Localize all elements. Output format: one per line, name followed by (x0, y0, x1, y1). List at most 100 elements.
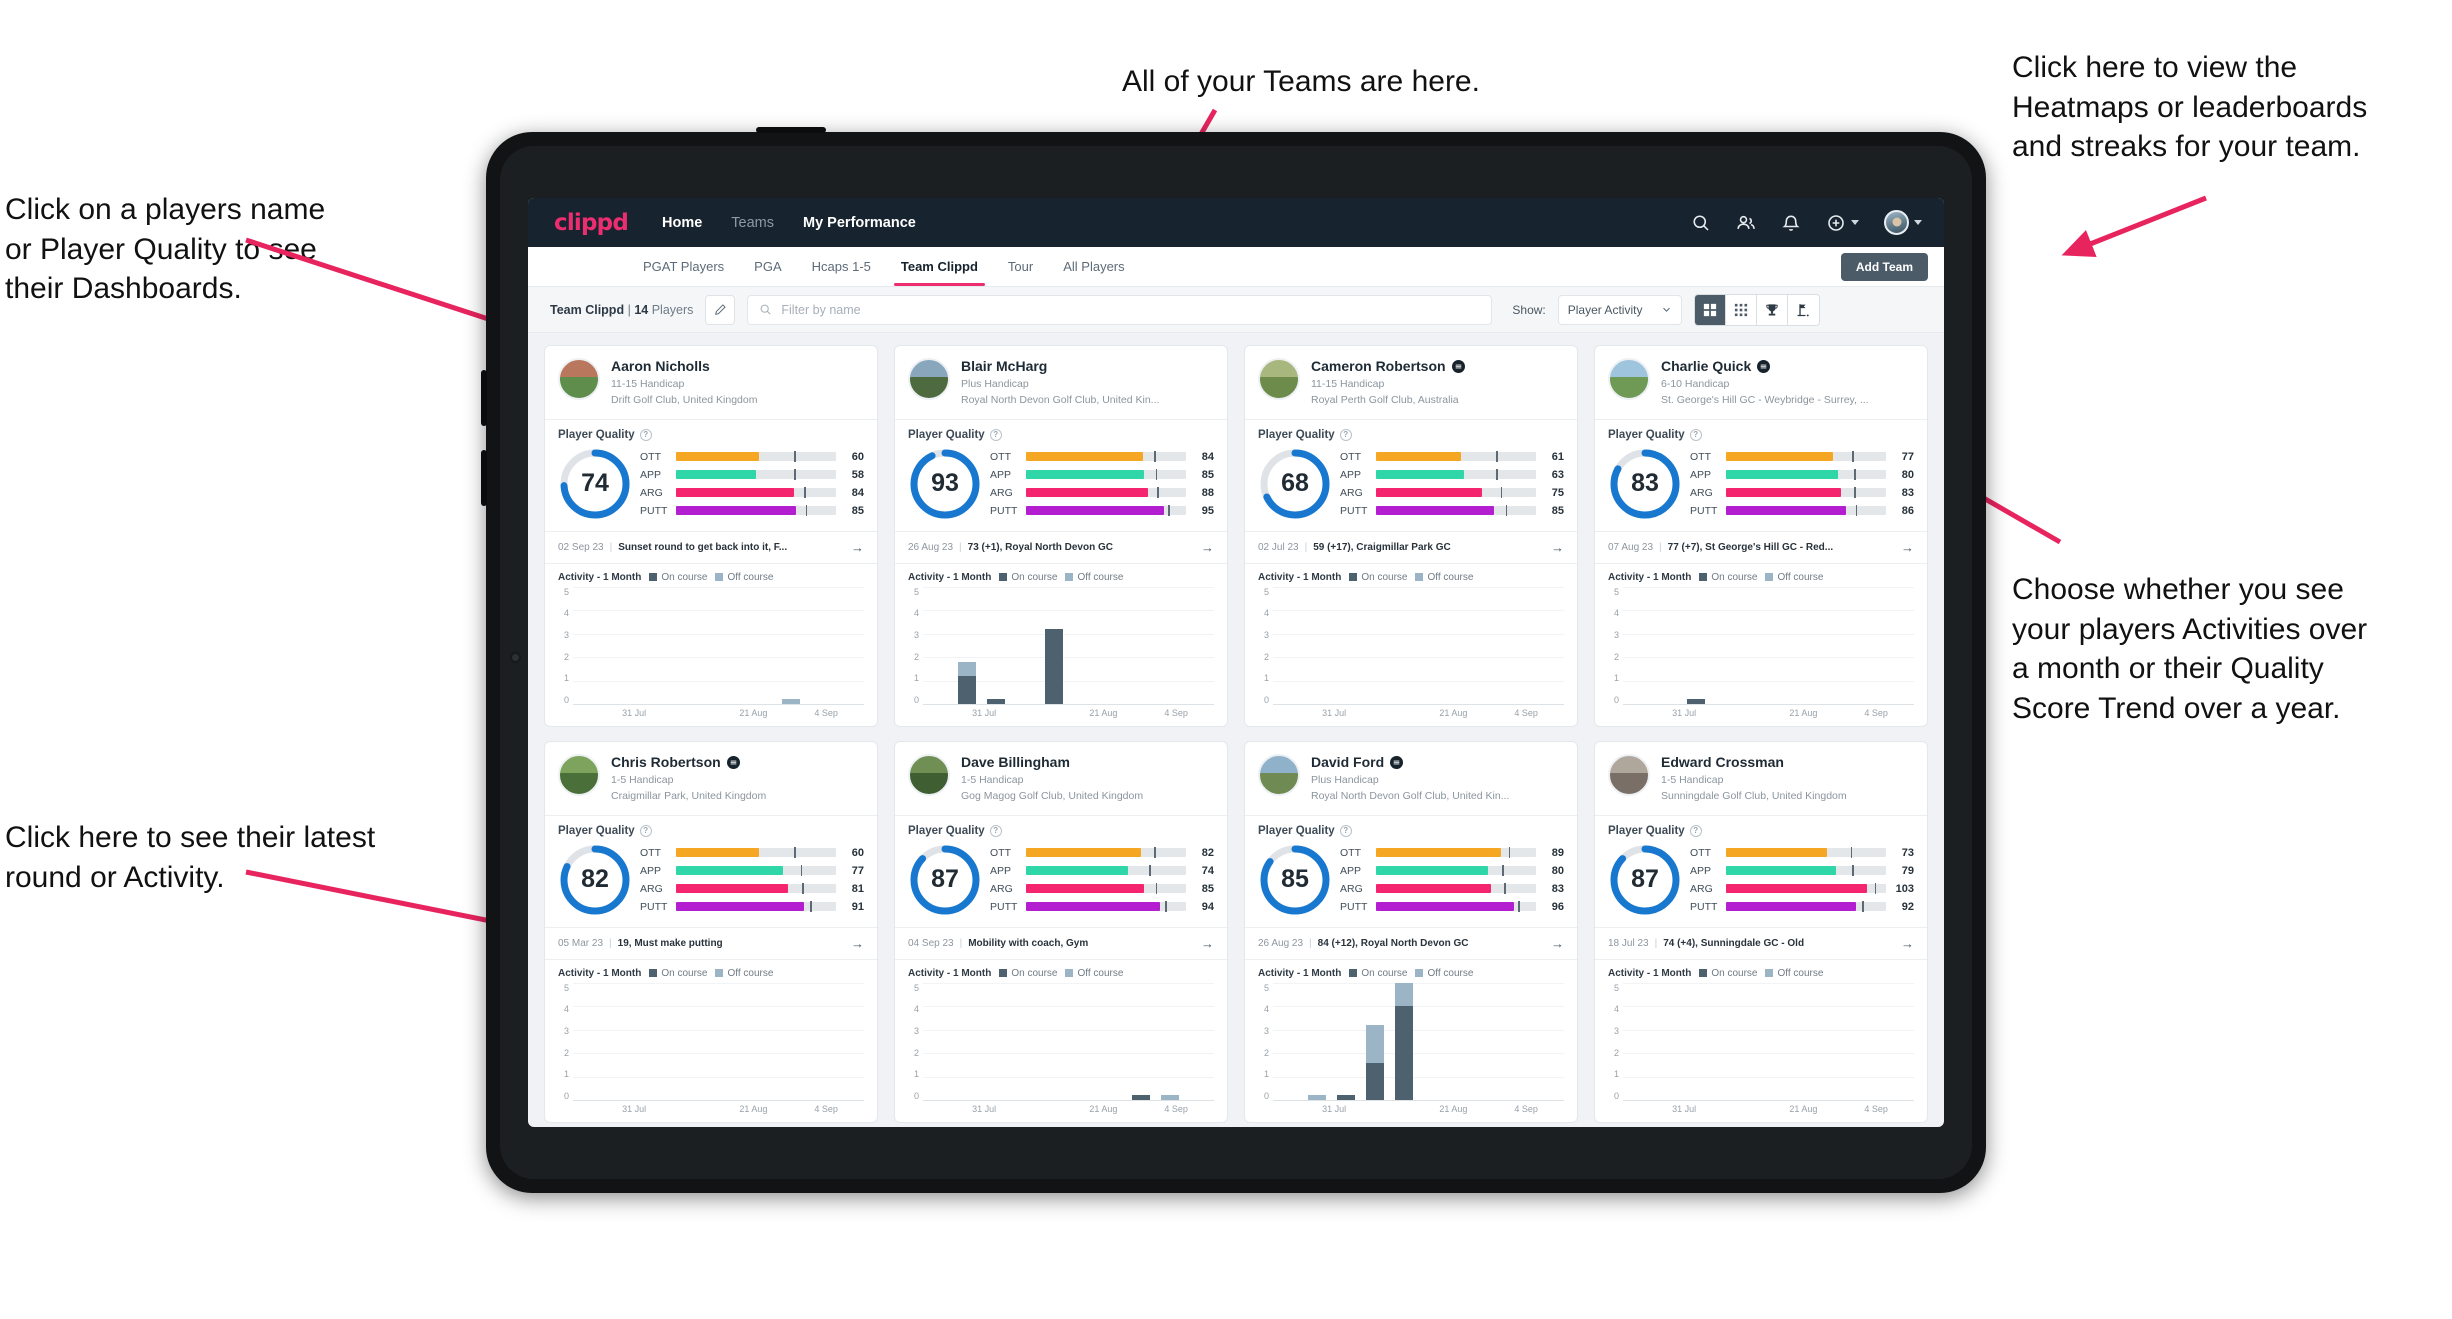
player-quality-label[interactable]: Player Quality? (545, 420, 877, 445)
tab-tour[interactable]: Tour (993, 247, 1048, 286)
latest-activity-row[interactable]: 26 Aug 23 | 73 (+1), Royal North Devon GC → (895, 530, 1227, 564)
player-quality-label[interactable]: Player Quality? (1245, 420, 1577, 445)
player-card[interactable]: Edward Crossman 1-5 Handicap Sunningdale G… (1594, 741, 1928, 1123)
player-quality-label[interactable]: Player Quality? (895, 816, 1227, 841)
quality-score-ring[interactable]: 85 (1258, 843, 1332, 917)
player-avatar[interactable] (1608, 358, 1650, 400)
edit-team-button[interactable] (705, 294, 736, 325)
quality-score-ring[interactable]: 87 (908, 843, 982, 917)
clippd-logo[interactable]: clippd (554, 210, 629, 236)
latest-arrow-icon[interactable]: → (1201, 540, 1214, 555)
chevron-down-icon[interactable] (1851, 220, 1859, 225)
latest-arrow-icon[interactable]: → (851, 540, 864, 555)
player-card-header[interactable]: David Ford Plus Handicap Royal North Devon… (1245, 742, 1577, 815)
player-avatar[interactable] (558, 358, 600, 400)
player-name[interactable]: Dave Billingham (961, 754, 1143, 770)
heatmap-view-button[interactable] (1787, 294, 1819, 325)
player-quality-label[interactable]: Player Quality? (1245, 816, 1577, 841)
chevron-down-icon-user[interactable] (1914, 220, 1922, 225)
latest-arrow-icon[interactable]: → (1201, 936, 1214, 951)
latest-arrow-icon[interactable]: → (1901, 540, 1914, 555)
chart-bar[interactable] (986, 681, 1005, 704)
player-card-header[interactable]: Dave Billingham 1-5 Handicap Gog Magog Gol… (895, 742, 1227, 815)
tab-all-players[interactable]: All Players (1048, 247, 1139, 286)
player-avatar[interactable] (1608, 754, 1650, 796)
player-quality-label[interactable]: Player Quality? (545, 816, 877, 841)
quality-score-ring[interactable]: 83 (1608, 447, 1682, 521)
player-card-header[interactable]: Blair McHarg Plus Handicap Royal North Dev… (895, 346, 1227, 419)
player-avatar[interactable] (558, 754, 600, 796)
quality-score-ring[interactable]: 68 (1258, 447, 1332, 521)
player-quality-label[interactable]: Player Quality? (1595, 420, 1927, 445)
latest-activity-row[interactable]: 07 Aug 23 | 77 (+7), St George's Hill GC -… (1595, 530, 1927, 564)
latest-activity-row[interactable]: 02 Sep 23 | Sunset round to get back into … (545, 530, 877, 564)
show-select[interactable]: Player Activity (1557, 294, 1682, 325)
chart-bar[interactable] (1394, 982, 1413, 1100)
user-menu[interactable] (1884, 210, 1922, 235)
search-icon[interactable] (1691, 213, 1711, 233)
chart-bar[interactable] (782, 681, 801, 704)
help-icon[interactable]: ? (989, 824, 1002, 837)
add-menu[interactable] (1826, 213, 1859, 233)
player-name[interactable]: Cameron Robertson (1311, 358, 1465, 374)
help-icon[interactable]: ? (639, 824, 652, 837)
player-avatar[interactable] (1258, 358, 1300, 400)
latest-arrow-icon[interactable]: → (851, 936, 864, 951)
help-icon[interactable]: ? (1689, 428, 1702, 441)
chart-bar[interactable] (1044, 610, 1063, 704)
help-icon[interactable]: ? (989, 428, 1002, 441)
people-icon[interactable] (1736, 213, 1756, 233)
add-team-button[interactable]: Add Team (1840, 252, 1928, 281)
tab-team-clippd[interactable]: Team Clippd (886, 247, 993, 286)
latest-activity-row[interactable]: 05 Mar 23 | 19, Must make putting → (545, 926, 877, 960)
latest-activity-row[interactable]: 04 Sep 23 | Mobility with coach, Gym → (895, 926, 1227, 960)
player-card-header[interactable]: Cameron Robertson 11-15 Handicap Royal Per… (1245, 346, 1577, 419)
player-card-header[interactable]: Chris Robertson 1-5 Handicap Craigmillar P… (545, 742, 877, 815)
dots-grid-view-button[interactable] (1725, 294, 1757, 325)
player-card-header[interactable]: Aaron Nicholls 11-15 Handicap Drift Golf C… (545, 346, 877, 419)
player-card[interactable]: Dave Billingham 1-5 Handicap Gog Magog Gol… (894, 741, 1228, 1123)
tab-pgat-players[interactable]: PGAT Players (628, 247, 739, 286)
bell-icon[interactable] (1781, 213, 1801, 233)
player-name[interactable]: Charlie Quick (1661, 358, 1869, 374)
player-avatar[interactable] (908, 754, 950, 796)
latest-activity-row[interactable]: 18 Jul 23 | 74 (+4), Sunningdale GC - Old → (1595, 926, 1927, 960)
chart-bar[interactable] (1307, 1077, 1326, 1100)
help-icon[interactable]: ? (1339, 824, 1352, 837)
player-card[interactable]: David Ford Plus Handicap Royal North Devon… (1244, 741, 1578, 1123)
quality-score-ring[interactable]: 87 (1608, 843, 1682, 917)
player-name[interactable]: David Ford (1311, 754, 1509, 770)
leaderboard-view-button[interactable] (1756, 294, 1788, 325)
avatar[interactable] (1884, 210, 1909, 235)
player-card[interactable]: Chris Robertson 1-5 Handicap Craigmillar P… (544, 741, 878, 1123)
chart-bar[interactable] (1132, 1077, 1151, 1100)
player-name[interactable]: Edward Crossman (1661, 754, 1847, 770)
help-icon[interactable]: ? (1339, 428, 1352, 441)
quality-score-ring[interactable]: 74 (558, 447, 632, 521)
latest-activity-row[interactable]: 02 Jul 23 | 59 (+17), Craigmillar Park GC → (1245, 530, 1577, 564)
player-card-header[interactable]: Charlie Quick 6-10 Handicap St. George's H… (1595, 346, 1927, 419)
player-quality-label[interactable]: Player Quality? (895, 420, 1227, 445)
latest-arrow-icon[interactable]: → (1901, 936, 1914, 951)
latest-activity-row[interactable]: 26 Aug 23 | 84 (+12), Royal North Devon GC… (1245, 926, 1577, 960)
plus-circle-icon[interactable] (1826, 213, 1846, 233)
help-icon[interactable]: ? (1689, 824, 1702, 837)
player-name[interactable]: Blair McHarg (961, 358, 1159, 374)
nav-link-my-performance[interactable]: My Performance (803, 215, 916, 231)
nav-link-teams[interactable]: Teams (731, 215, 774, 231)
quality-score-ring[interactable]: 82 (558, 843, 632, 917)
search-input[interactable] (781, 302, 1481, 317)
latest-arrow-icon[interactable]: → (1551, 540, 1564, 555)
player-quality-label[interactable]: Player Quality? (1595, 816, 1927, 841)
latest-arrow-icon[interactable]: → (1551, 936, 1564, 951)
player-card[interactable]: Aaron Nicholls 11-15 Handicap Drift Golf C… (544, 345, 878, 727)
player-card-header[interactable]: Edward Crossman 1-5 Handicap Sunningdale G… (1595, 742, 1927, 815)
player-avatar[interactable] (908, 358, 950, 400)
player-name[interactable]: Chris Robertson (611, 754, 766, 770)
nav-link-home[interactable]: Home (662, 215, 702, 231)
player-name[interactable]: Aaron Nicholls (611, 358, 757, 374)
chart-bar[interactable] (1686, 681, 1705, 704)
chart-bar[interactable] (957, 634, 976, 704)
chart-bar[interactable] (1336, 1077, 1355, 1100)
player-card[interactable]: Charlie Quick 6-10 Handicap St. George's H… (1594, 345, 1928, 727)
